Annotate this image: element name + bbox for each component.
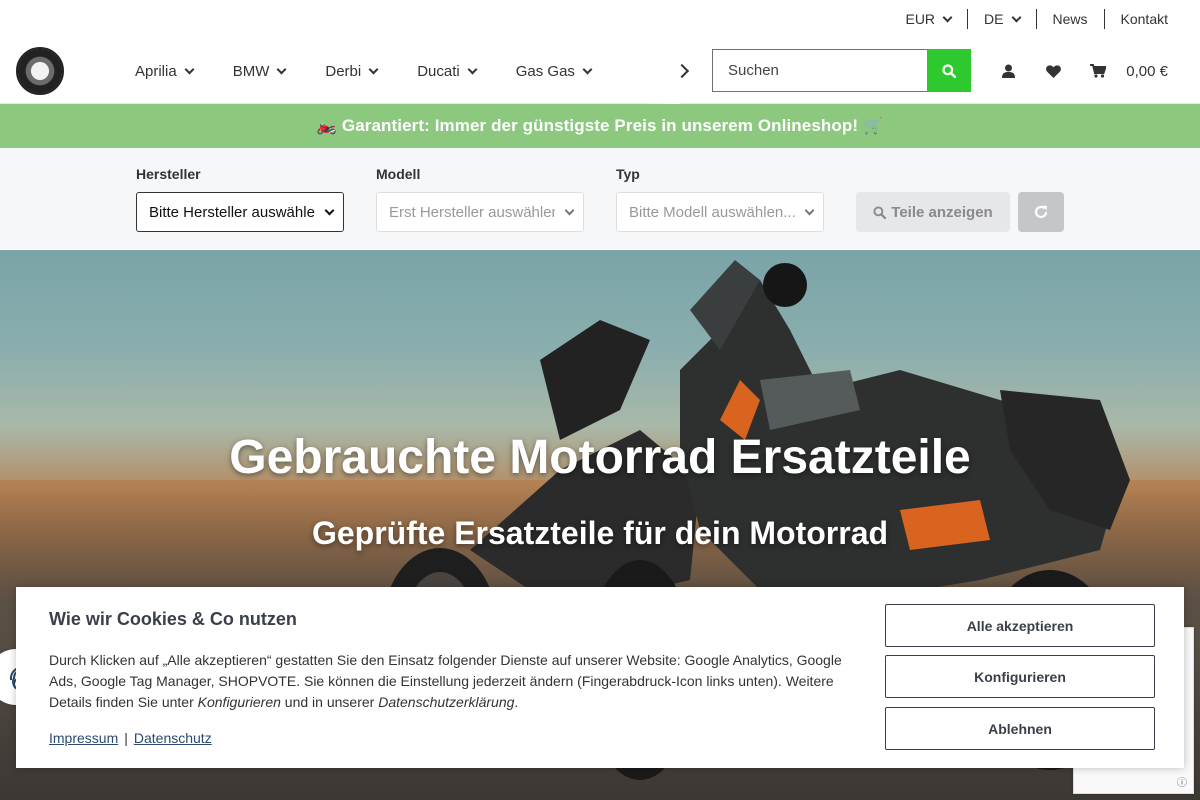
chevron-right-icon (674, 63, 690, 79)
nav-item-label: Ducati (417, 62, 460, 80)
model-label: Modell (376, 166, 421, 182)
manufacturer-select-value: Bitte Hersteller auswählen (149, 203, 324, 221)
cookie-title: Wie wir Cookies & Co nutzen (49, 609, 297, 629)
search-button[interactable] (927, 49, 971, 92)
type-label: Typ (616, 166, 640, 182)
language-label: DE (984, 11, 1004, 27)
chevron-down-icon (276, 64, 287, 74)
promo-text: Garantiert: Immer der günstigste Preis i… (341, 116, 859, 135)
currency-dropdown[interactable]: EUR (889, 9, 967, 29)
chevron-down-icon (368, 64, 379, 74)
nav-item-ducati[interactable]: Ducati (397, 38, 496, 104)
nav-item-bmw[interactable]: BMW (213, 38, 306, 104)
cookie-text-privacy: Datenschutzerklärung (378, 694, 515, 710)
model-select[interactable]: Erst Hersteller auswählen (376, 192, 584, 232)
cookie-consent-banner: Wie wir Cookies & Co nutzen Durch Klicke… (16, 587, 1184, 768)
cookie-links: Impressum | Datenschutz (49, 730, 212, 746)
contact-link[interactable]: Kontakt (1103, 9, 1168, 29)
configure-button[interactable]: Konfigurieren (885, 655, 1155, 698)
nav-item-aprilia[interactable]: Aprilia (115, 38, 213, 104)
search-icon (873, 205, 887, 219)
wishlist-button[interactable] (1031, 38, 1076, 104)
shop-logo[interactable] (16, 47, 64, 95)
chevron-down-icon (582, 64, 593, 74)
cart-emoji-icon: 🛒 (863, 118, 884, 135)
cart-button[interactable]: 0,00 € (1076, 38, 1168, 104)
decline-button[interactable]: Ablehnen (885, 707, 1155, 750)
main-header: Aprilia BMW Derbi Ducati Gas Gas Suchen … (0, 38, 1200, 104)
type-select[interactable]: Bitte Modell auswählen... (616, 192, 824, 232)
cookie-text: und in unserer (280, 694, 379, 710)
chevron-down-icon (467, 64, 478, 74)
cookie-text: . (514, 694, 519, 710)
type-select-value: Bitte Modell auswählen... (629, 203, 796, 221)
heart-icon (1046, 64, 1062, 78)
language-dropdown[interactable]: DE (967, 9, 1035, 29)
chevron-down-icon (184, 64, 195, 74)
show-parts-button[interactable]: Teile anzeigen (856, 192, 1010, 232)
category-nav: Aprilia BMW Derbi Ducati Gas Gas (115, 38, 675, 104)
imprint-link[interactable]: Impressum (49, 730, 118, 746)
refresh-icon (1034, 205, 1048, 219)
motorcycle-emoji-icon: 🏍️ (316, 118, 337, 135)
parts-filter: Hersteller Bitte Hersteller auswählen Mo… (0, 148, 1200, 249)
model-select-value: Erst Hersteller auswählen (389, 203, 560, 221)
user-icon (1002, 64, 1016, 78)
cart-total: 0,00 € (1126, 62, 1168, 80)
search-input[interactable] (712, 49, 927, 92)
cart-icon (1090, 64, 1107, 78)
info-icon: ⓘ (1177, 778, 1187, 789)
header-actions: 0,00 € (986, 38, 1168, 104)
privacy-link[interactable]: Datenschutz (134, 730, 212, 746)
reset-filter-button[interactable] (1018, 192, 1064, 232)
chevron-down-icon (1011, 12, 1021, 22)
nav-item-label: Derbi (325, 62, 362, 80)
show-parts-label: Teile anzeigen (891, 203, 993, 221)
news-link[interactable]: News (1035, 9, 1104, 29)
manufacturer-label: Hersteller (136, 166, 201, 182)
currency-label: EUR (905, 11, 936, 27)
search-bar (712, 49, 971, 92)
manufacturer-select[interactable]: Bitte Hersteller auswählen (136, 192, 344, 232)
cookie-description: Durch Klicken auf „Alle akzeptieren“ ges… (49, 650, 859, 713)
account-button[interactable] (986, 38, 1031, 104)
nav-item-label: Aprilia (135, 62, 177, 80)
hero-title: Gebrauchte Motorrad Ersatzteile (229, 431, 971, 484)
nav-item-label: Gas Gas (515, 62, 575, 80)
cookie-text-configure: Konfigurieren (197, 694, 281, 710)
type-filter: Typ Bitte Modell auswählen... (616, 166, 824, 232)
nav-item-derbi[interactable]: Derbi (305, 38, 397, 104)
link-separator: | (124, 730, 128, 746)
nav-item-gasgas[interactable]: Gas Gas (496, 38, 611, 104)
manufacturer-filter: Hersteller Bitte Hersteller auswählen (136, 166, 344, 232)
top-bar: EUR DE News Kontakt (0, 0, 1200, 38)
nav-scroll-right-button[interactable] (672, 61, 692, 81)
hero-subtitle: Geprüfte Ersatzteile für dein Motorrad (311, 515, 889, 551)
promo-banner: 🏍️ Garantiert: Immer der günstigste Prei… (0, 104, 1200, 148)
chevron-down-icon (942, 12, 953, 22)
model-filter: Modell Erst Hersteller auswählen (376, 166, 584, 232)
accept-all-button[interactable]: Alle akzeptieren (885, 604, 1155, 647)
search-icon (942, 63, 956, 78)
nav-item-label: BMW (232, 62, 270, 80)
